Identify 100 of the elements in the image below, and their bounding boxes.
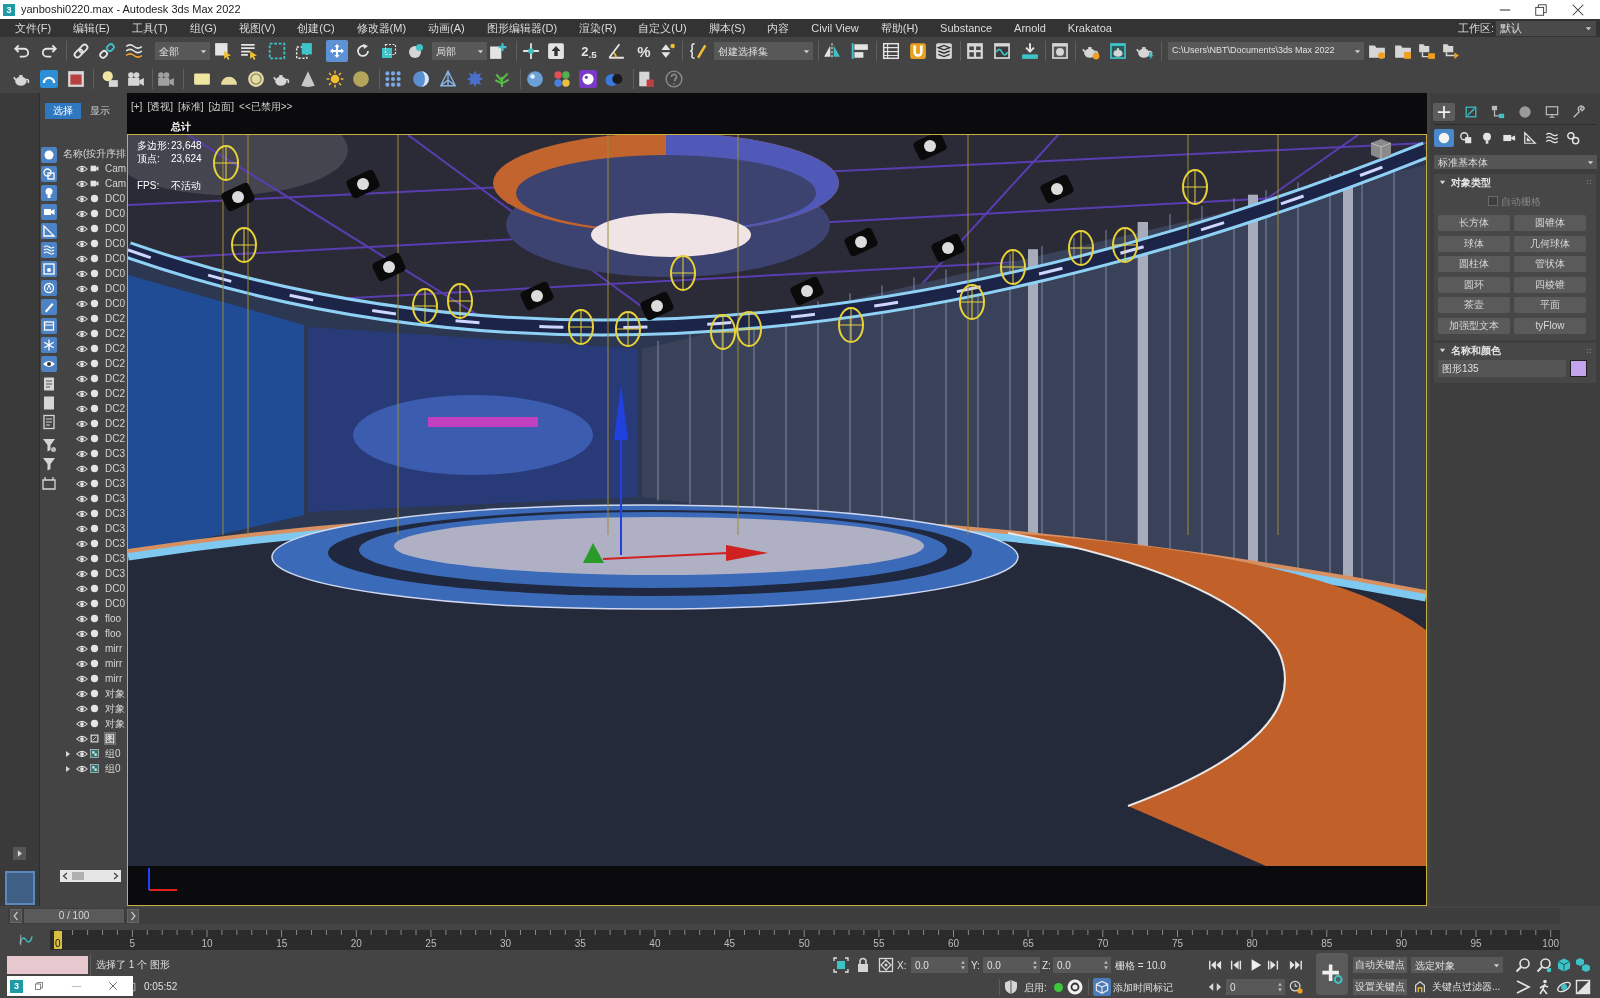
shield-icon[interactable] <box>1003 979 1019 995</box>
up-arrow-tile-icon[interactable] <box>547 42 565 60</box>
wrench-icon[interactable] <box>1572 105 1586 119</box>
selection-filter-dropdown[interactable]: 全部 <box>155 42 210 60</box>
folder-arrow-icon[interactable] <box>1442 42 1460 60</box>
object-name[interactable]: DC2 <box>104 402 126 415</box>
ball-icon[interactable] <box>1518 105 1532 119</box>
page-icon[interactable] <box>41 395 57 411</box>
object-name[interactable]: DC0 <box>104 282 126 295</box>
percent-snap-button[interactable]: % <box>634 41 654 61</box>
rectangle-tile-icon[interactable] <box>193 70 211 88</box>
object-name[interactable]: DC3 <box>104 507 126 520</box>
object-name[interactable]: DC2 <box>104 432 126 445</box>
lock-icon[interactable] <box>855 957 871 973</box>
menu-item[interactable]: 修改器(M) <box>356 19 407 37</box>
viewport-label[interactable]: [标准] <box>177 101 204 113</box>
step-back-icon[interactable] <box>1229 958 1243 972</box>
menu-item[interactable]: 内容 <box>767 19 790 37</box>
project-folder-dropdown[interactable]: C:\Users\NBT\Documents\3ds Max 2022 <box>1168 42 1364 60</box>
object-name[interactable]: DC2 <box>104 387 126 400</box>
set-key-mode-button[interactable]: 设置关键点 <box>1353 979 1407 995</box>
object-name[interactable]: DC2 <box>104 312 126 325</box>
dashed-crossing-icon[interactable] <box>295 42 313 60</box>
time-slider-track[interactable]: 0 / 100 <box>8 908 1560 924</box>
chevron-right-icon[interactable] <box>127 909 139 923</box>
eye-filter-icon[interactable] <box>41 356 57 372</box>
primitive-button[interactable]: 圆锥体 <box>1514 215 1586 231</box>
monitor-icon[interactable] <box>1545 105 1559 119</box>
wave-lines-icon[interactable] <box>125 42 143 60</box>
object-name-field[interactable]: 图形135 <box>1438 359 1566 377</box>
object-name[interactable]: DC3 <box>104 537 126 550</box>
object-name[interactable]: 组0 <box>104 747 122 760</box>
key-filters-button[interactable]: 关键点过滤器... <box>1432 979 1503 995</box>
object-name[interactable]: 对象 <box>104 702 126 715</box>
menu-item[interactable]: 文件(F) <box>15 19 52 37</box>
broken-link-icon[interactable] <box>98 42 116 60</box>
close-icon[interactable] <box>108 981 118 991</box>
curve-window-icon[interactable] <box>993 42 1011 60</box>
folder-tree-icon[interactable] <box>1418 42 1436 60</box>
skip-end-icon[interactable] <box>1289 958 1303 972</box>
target-square-icon[interactable] <box>878 957 894 973</box>
menu-item[interactable]: 脚本(S) <box>708 19 746 37</box>
palette-tile-icon[interactable] <box>579 70 597 88</box>
object-name[interactable]: DC2 <box>104 342 126 355</box>
primitive-button[interactable]: 圆柱体 <box>1438 256 1510 272</box>
coordinate-field[interactable]: 0.0 <box>1053 957 1111 973</box>
menu-item[interactable]: 渲染(R) <box>579 19 617 37</box>
menu-item[interactable]: 自定义(U) <box>638 19 687 37</box>
movie-camera-icon[interactable] <box>157 70 175 88</box>
funnel-gear-icon[interactable] <box>41 437 57 453</box>
teapot-window-icon[interactable] <box>1109 42 1127 60</box>
primitive-button[interactable]: 管状体 <box>1514 256 1586 272</box>
column-header[interactable]: 名称(按升序排 <box>63 146 127 161</box>
crosshair-icon[interactable] <box>522 42 540 60</box>
dot-grid-icon[interactable] <box>384 70 402 88</box>
auto-key-button[interactable]: 自动关键点 <box>1353 957 1407 973</box>
object-name[interactable]: mirr <box>104 657 124 670</box>
collapse-triangle-icon[interactable] <box>1439 347 1446 354</box>
sun-icon[interactable] <box>326 70 344 88</box>
viewcube-icon[interactable] <box>1370 138 1392 160</box>
cursor-square-icon[interactable] <box>214 42 232 60</box>
cubes-icon[interactable] <box>1575 957 1591 973</box>
object-name[interactable]: 图 <box>104 732 116 745</box>
sphere-icon[interactable] <box>352 70 370 88</box>
key-filter-icon[interactable] <box>1413 980 1427 994</box>
object-name[interactable]: DC0 <box>104 222 126 235</box>
table-icon[interactable] <box>882 42 900 60</box>
menu-item[interactable]: 创建(C) <box>297 19 335 37</box>
grid-window-icon[interactable] <box>966 42 984 60</box>
field-of-view-icon[interactable] <box>1515 979 1531 995</box>
object-name[interactable]: DC0 <box>104 582 126 595</box>
step-forward-icon[interactable] <box>1266 958 1280 972</box>
plant-icon[interactable] <box>493 70 511 88</box>
clock-gear-icon[interactable] <box>1289 980 1303 994</box>
status-dot-icon[interactable] <box>1053 982 1063 992</box>
viewport-label[interactable]: [透视] <box>147 101 173 113</box>
object-name[interactable]: DC3 <box>104 522 126 535</box>
menu-item[interactable]: 图形编辑器(D) <box>486 19 558 37</box>
ring-icon[interactable] <box>1066 979 1083 995</box>
object-name[interactable]: 组0 <box>104 762 122 775</box>
half-shaded-sphere-icon[interactable] <box>412 70 430 88</box>
category-dropdown[interactable]: 标准基本体 <box>1434 155 1597 169</box>
bracket-pen-icon[interactable] <box>689 42 707 60</box>
menu-item[interactable]: Arnold <box>1014 19 1046 37</box>
isolate-icon[interactable] <box>833 957 849 973</box>
dashed-rectangle-icon[interactable] <box>268 42 286 60</box>
close-icon[interactable] <box>1571 2 1585 17</box>
skip-start-icon[interactable] <box>1208 958 1222 972</box>
primitive-button[interactable]: tyFlow <box>1514 317 1586 334</box>
list-cursor-icon[interactable] <box>240 42 258 60</box>
clipboard-icon[interactable] <box>637 70 655 88</box>
restore-icon[interactable] <box>1534 2 1548 17</box>
rollout-title[interactable]: 名称和颜色 <box>1451 343 1501 358</box>
coordinate-field[interactable]: 0.0 <box>911 957 968 973</box>
snowflake-filter-icon[interactable] <box>41 337 57 353</box>
plus-key-icon[interactable] <box>1321 963 1343 985</box>
primitive-button[interactable]: 长方体 <box>1438 215 1510 231</box>
object-name[interactable]: 对象 <box>104 687 126 700</box>
object-name[interactable]: 对象 <box>104 717 126 730</box>
set-square-filter-icon[interactable] <box>41 223 57 239</box>
